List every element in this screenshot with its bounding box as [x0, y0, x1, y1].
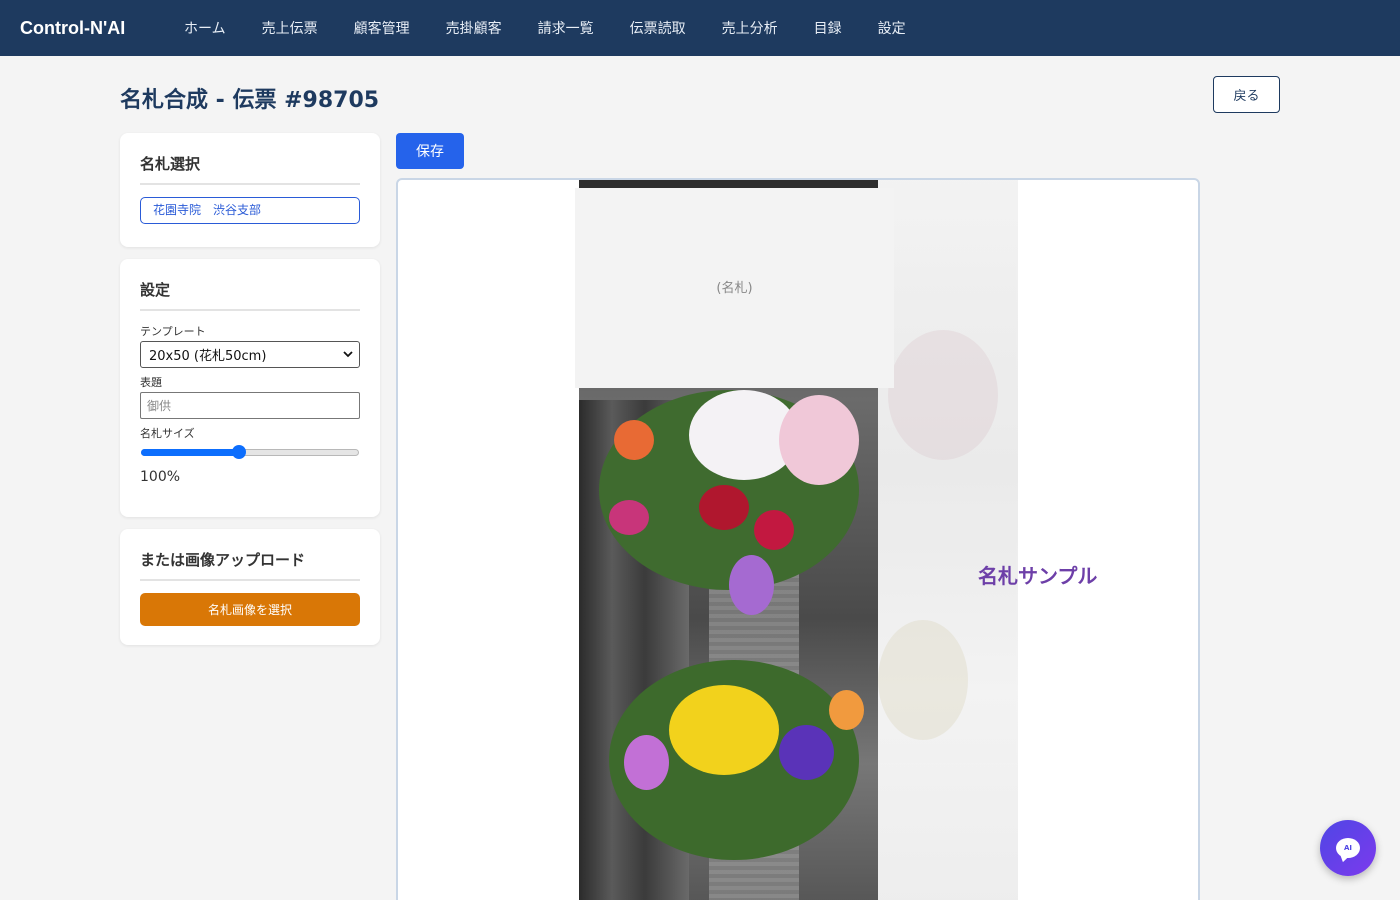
upload-card: または画像アップロード 名札画像を選択: [120, 529, 380, 645]
chevron-down-icon: [343, 351, 353, 358]
nav-receivables[interactable]: 売掛顧客: [446, 18, 502, 38]
background-photo-faded: [878, 180, 1018, 900]
ai-icon-label: AI: [1343, 844, 1353, 852]
ai-chat-button[interactable]: AI: [1320, 820, 1376, 876]
upload-title: または画像アップロード: [140, 549, 360, 581]
heading-label: 表題: [140, 376, 162, 389]
back-button[interactable]: 戻る: [1213, 76, 1280, 113]
nav-links: ホーム 売上伝票 顧客管理 売掛顧客 請求一覧 伝票読取 売上分析 目録 設定: [184, 18, 942, 38]
slider-fill: [141, 449, 240, 456]
nameplate-placeholder[interactable]: (名札): [575, 188, 894, 388]
flower-lavender: [729, 555, 774, 615]
nameplate-sample-text[interactable]: 名札サンプル: [978, 560, 1097, 589]
nav-customers[interactable]: 顧客管理: [354, 18, 410, 38]
faded-flowers-lower: [878, 620, 968, 740]
photo-top-strip: [579, 180, 878, 188]
select-image-button[interactable]: 名札画像を選択: [140, 593, 360, 626]
flower-magenta: [609, 500, 649, 535]
nav-sales-slips[interactable]: 売上伝票: [262, 18, 318, 38]
size-value: 100%: [140, 469, 181, 485]
nav-settings[interactable]: 設定: [878, 18, 906, 38]
nameplate-select-card: 名札選択 花園寺院 渋谷支部: [120, 133, 380, 247]
flower-purple: [779, 725, 834, 780]
heading-input[interactable]: [140, 392, 360, 419]
nav-invoices[interactable]: 請求一覧: [538, 18, 594, 38]
save-button[interactable]: 保存: [396, 133, 464, 169]
flower-red: [699, 485, 749, 530]
flower-violet: [624, 735, 669, 790]
faded-flowers: [888, 330, 998, 460]
settings-card: 設定 テンプレート 20x50 (花札50cm) 表題 名札サイズ 100%: [120, 259, 380, 517]
size-slider[interactable]: [140, 445, 360, 459]
settings-title: 設定: [140, 279, 360, 311]
size-label: 名札サイズ: [140, 427, 195, 440]
nameplate-select-title: 名札選択: [140, 153, 360, 185]
nameplate-placeholder-text: (名札): [716, 280, 753, 296]
nav-slip-reader[interactable]: 伝票読取: [630, 18, 686, 38]
nav-catalog[interactable]: 目録: [814, 18, 842, 38]
flower-yellow: [669, 685, 779, 775]
flower-pink: [779, 395, 859, 485]
top-navbar: Control-N'AI ホーム 売上伝票 顧客管理 売掛顧客 請求一覧 伝票読…: [0, 0, 1400, 56]
template-label: テンプレート: [140, 325, 206, 338]
chat-bubble-icon: AI: [1336, 838, 1360, 858]
flower-red-2: [754, 510, 794, 550]
flower-orange: [614, 420, 654, 460]
template-select[interactable]: 20x50 (花札50cm): [140, 341, 360, 368]
slider-thumb[interactable]: [232, 445, 247, 459]
brand-logo[interactable]: Control-N'AI: [20, 18, 184, 39]
nav-home[interactable]: ホーム: [184, 18, 226, 38]
nameplate-chip[interactable]: 花園寺院 渋谷支部: [140, 197, 360, 224]
page-title: 名札合成 - 伝票 #98705: [120, 88, 380, 113]
template-value: 20x50 (花札50cm): [149, 349, 267, 364]
nav-sales-analysis[interactable]: 売上分析: [722, 18, 778, 38]
composite-canvas[interactable]: (名札) 名札サンプル: [396, 178, 1200, 900]
flower-orange-lower: [829, 690, 864, 730]
